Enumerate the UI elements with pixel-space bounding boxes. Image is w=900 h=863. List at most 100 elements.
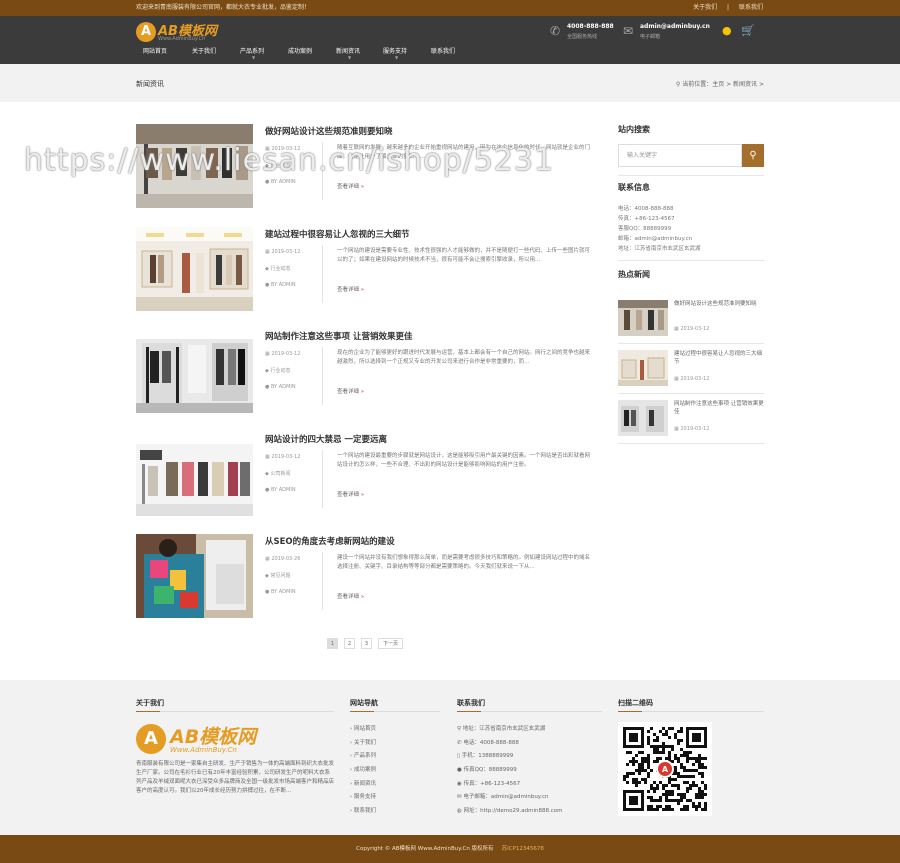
divider [457, 711, 602, 712]
article-title[interactable]: 从SEO的角度去考虑新网站的建设 [265, 535, 395, 547]
hot-news-thumbnail[interactable] [618, 400, 668, 436]
welcome-text: 欢迎来到青南服装有限公司官网，都就大衣专业批发，品鉴定制！ [136, 4, 311, 11]
read-more-link[interactable]: 查看详细 » [337, 182, 364, 190]
article-title[interactable]: 建站过程中很容易让人忽视的三大细节 [265, 228, 410, 240]
chevron-down-icon: ▼ [348, 55, 352, 60]
list-item[interactable]: 从SEO的角度去考虑新网站的建设 ▦ 2019-03-26 ◆ 常见问题 ● B… [136, 534, 596, 620]
icp-link[interactable]: 苏ICP12345678 [502, 846, 544, 852]
hot-news-thumbnail[interactable] [618, 300, 668, 336]
article-title[interactable]: 做好网站设计这些规范准则要知晓 [265, 125, 393, 137]
hot-news-item[interactable]: 做好网站设计这些规范准则要知晓 ▦ 2019-03-12 [618, 300, 764, 336]
contact-title: 联系信息 [618, 183, 650, 192]
footer-qr-title: 扫描二维码 [618, 699, 653, 707]
divider [618, 260, 764, 261]
email-address: admin@adminbuy.cn [640, 23, 710, 30]
article-thumbnail[interactable] [136, 432, 253, 516]
hot-news-thumbnail[interactable] [618, 350, 668, 386]
footer-link-contact[interactable]: › 联系我们 [350, 806, 376, 814]
read-more-link[interactable]: 查看详细 » [337, 387, 364, 395]
article-author: ● BY ADMIN [265, 487, 296, 493]
hot-news-date: ▦ 2019-03-12 [674, 326, 710, 332]
article-date: ▦ 2019-03-12 [265, 249, 301, 255]
contact-qq: 客服QQ：88889999 [618, 226, 672, 232]
nav-cases[interactable]: 成功案例 [288, 46, 312, 55]
phone-label: 全国服务热线 [567, 34, 598, 40]
search-input[interactable]: 输入关键字 [618, 144, 742, 167]
mail-icon: ✉ [457, 794, 462, 800]
hot-news-item[interactable]: 网站制作注意这些事项 让营销效果更佳 ▦ 2019-03-12 [618, 400, 764, 436]
next-page-button[interactable]: 下一页 [378, 638, 403, 649]
footer-link-cases[interactable]: › 成功案例 [350, 765, 376, 773]
top-link-contact[interactable]: 联系我们 [739, 4, 763, 11]
divider [322, 450, 323, 508]
logo-mark: A [136, 22, 156, 42]
article-thumbnail[interactable] [136, 329, 253, 413]
hot-news-title[interactable]: 建站过程中很容易让人忽视的三大细节 [674, 350, 764, 366]
page-1-button[interactable]: 1 [327, 638, 338, 649]
article-category[interactable]: ◆ 公司新闻 [265, 470, 290, 477]
page-3-button[interactable]: 3 [361, 638, 372, 649]
cart-icon[interactable]: 🛒 [741, 24, 755, 37]
hot-news-title[interactable]: 做好网站设计这些规范准则要知晓 [674, 300, 764, 308]
article-thumbnail[interactable] [136, 534, 253, 618]
list-item[interactable]: 网站制作注意这些事项 让营销效果更佳 ▦ 2019-03-12 ◆ 行业动态 ●… [136, 329, 596, 415]
read-more-link[interactable]: 查看详细 » [337, 490, 364, 498]
divider [618, 393, 764, 394]
divider [350, 711, 440, 712]
article-thumbnail[interactable] [136, 227, 253, 311]
nav-news[interactable]: 新闻资讯 [336, 46, 360, 55]
nav-products[interactable]: 产品系列 [240, 46, 264, 55]
nav-home[interactable]: 网站首页 [143, 46, 167, 55]
footer-logo[interactable]: A AB模板网 Www.AdminBuy.Cn [136, 722, 276, 758]
list-item[interactable]: 网站设计的四大禁忌 一定要远离 ▦ 2019-03-12 ◆ 公司新闻 ● BY… [136, 432, 596, 518]
article-category[interactable]: ◆ 行业动态 [265, 265, 290, 272]
chevron-down-icon: ▼ [252, 55, 256, 60]
read-more-link[interactable]: 查看详细 » [337, 592, 364, 600]
article-date: ▦ 2019-03-12 [265, 454, 301, 460]
article-title[interactable]: 网站制作注意这些事项 让营销效果更佳 [265, 330, 412, 342]
footer-link-about[interactable]: › 关于我们 [350, 738, 376, 746]
chevron-down-icon: ▼ [395, 55, 399, 60]
qq-icon[interactable]: ● [722, 24, 732, 37]
search-button[interactable]: ⚲ [742, 144, 764, 167]
location-icon: ⚲ [457, 726, 462, 732]
footer-link-news[interactable]: › 新闻资讯 [350, 779, 376, 787]
fax-icon: ◉ [457, 781, 462, 787]
logo-sub: Www.AdminBuy.Cn [158, 36, 206, 42]
qq-icon: ● [457, 767, 462, 773]
watermark: https://www.liesan.cn/ishop/5231 [24, 143, 555, 178]
email-label: 电子邮箱 [640, 34, 661, 40]
breadcrumb-text[interactable]: 当前位置：主页 > 新闻资讯 > [682, 81, 764, 88]
divider [322, 552, 323, 610]
article-summary: 一个网站的建设是需要专业性、技术性很强的人才能够做的，并不是随便打一些代码、上传… [337, 248, 591, 263]
article-title[interactable]: 网站设计的四大禁忌 一定要远离 [265, 433, 387, 445]
nav-about[interactable]: 关于我们 [192, 46, 216, 55]
footer-link-service[interactable]: › 服务支持 [350, 792, 376, 800]
hot-news-date: ▦ 2019-03-12 [674, 426, 710, 432]
page-2-button[interactable]: 2 [344, 638, 355, 649]
contact-address: 地址：江苏省南京市玄武区玄武湖 [618, 246, 701, 252]
header: A AB模板网 Www.AdminBuy.Cn ✆ 4008-888-888 全… [0, 16, 900, 64]
copyright-bar: Copyright © AB模板网 Www.AdminBuy.Cn 版权所有 苏I… [0, 835, 900, 863]
footer-link-home[interactable]: › 网站首页 [350, 724, 376, 732]
article-summary: 一个网站的建设最重要的步骤就是网站设计，这是能够吸引用户最关键的因素。一个网站是… [337, 453, 591, 468]
article-date: ▦ 2019-03-12 [265, 351, 301, 357]
top-link-about[interactable]: 关于我们 [693, 4, 717, 11]
footer-link-products[interactable]: › 产品系列 [350, 751, 376, 759]
logo-name: AB模板网 [170, 726, 257, 748]
nav-contact[interactable]: 联系我们 [431, 46, 455, 55]
hot-news-item[interactable]: 建站过程中很容易让人忽视的三大细节 ▦ 2019-03-12 [618, 350, 764, 386]
nav-service[interactable]: 服务支持 [383, 46, 407, 55]
article-category[interactable]: ◆ 常见问题 [265, 572, 290, 579]
top-link-divider: | [727, 4, 730, 11]
footer-contact-title: 联系我们 [457, 699, 485, 707]
hot-news-title[interactable]: 网站制作注意这些事项 让营销效果更佳 [674, 400, 764, 416]
search-icon: ⚲ [749, 150, 757, 161]
copyright-text: Copyright © AB模板网 Www.AdminBuy.Cn 版权所有 [356, 846, 494, 852]
article-category[interactable]: ◆ 行业动态 [265, 367, 290, 374]
list-item[interactable]: 建站过程中很容易让人忽视的三大细节 ▦ 2019-03-12 ◆ 行业动态 ● … [136, 227, 596, 313]
read-more-link[interactable]: 查看详细 » [337, 285, 364, 293]
footer-website: ◍ 网址：http://demo29.admin888.com [457, 808, 563, 814]
footer-email: ✉ 电子邮箱：admin@adminbuy.cn [457, 794, 549, 800]
site-logo[interactable]: A AB模板网 Www.AdminBuy.Cn [136, 20, 246, 44]
